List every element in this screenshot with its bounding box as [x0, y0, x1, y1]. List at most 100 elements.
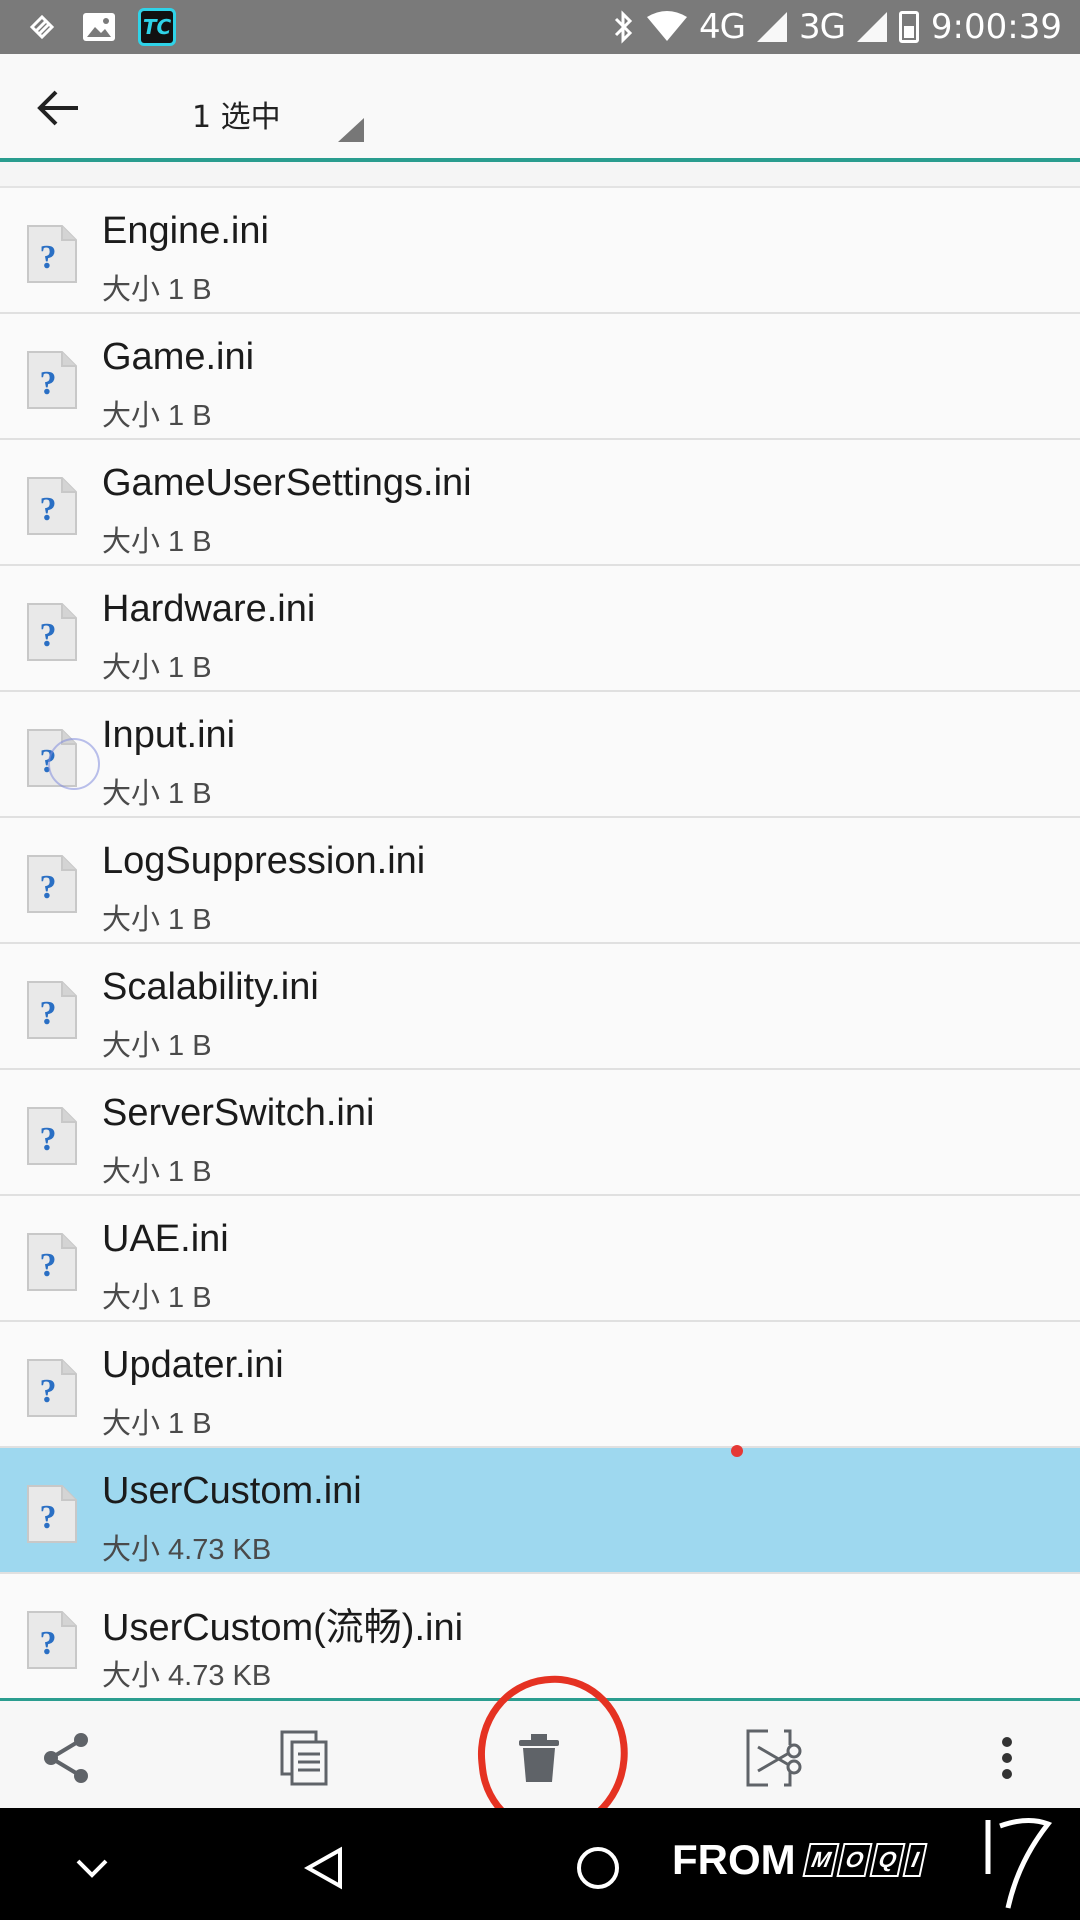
battery-icon [898, 11, 919, 43]
back-button[interactable] [30, 80, 86, 136]
file-size: 大小 1 B [102, 526, 212, 558]
file-name: UserCustom.ini [102, 1470, 362, 1512]
more-vert-icon [1002, 1737, 1012, 1779]
logo-letter: I [902, 1843, 928, 1877]
file-size: 大小 1 B [102, 1030, 212, 1062]
file-list-item[interactable]: ? ServerSwitch.ini 大小 1 B [0, 1070, 1080, 1196]
file-size: 大小 1 B [102, 1156, 212, 1188]
file-name: Hardware.ini [102, 588, 316, 630]
notification-icon [24, 9, 60, 45]
selection-count-dropdown[interactable]: 1 选中 [192, 92, 281, 136]
file-name: ServerSwitch.ini [102, 1092, 375, 1134]
file-list-item[interactable]: ? Scalability.ini 大小 1 B [0, 944, 1080, 1070]
touch-indicator [48, 738, 100, 790]
cut-button[interactable] [740, 1723, 810, 1793]
file-list-item[interactable]: ? GameUserSettings.ini 大小 1 B [0, 440, 1080, 566]
file-list-item[interactable]: ? Input.ini 大小 1 B [0, 692, 1080, 818]
logo-letter: M [802, 1843, 840, 1877]
unknown-file-icon: ? [26, 1232, 78, 1292]
file-list-item[interactable]: ? Updater.ini 大小 1 B [0, 1322, 1080, 1448]
file-list[interactable]: ? Engine.ini 大小 1 B? Game.ini 大小 1 B? GameUse… [0, 162, 1080, 1700]
unknown-file-icon: ? [26, 350, 78, 410]
red-dot-marker [731, 1445, 743, 1457]
network-type-2: 3G [798, 7, 846, 47]
unknown-file-icon: ? [26, 854, 78, 914]
file-list-item[interactable]: ? Game.ini 大小 1 B [0, 314, 1080, 440]
unknown-file-icon: ? [26, 1484, 78, 1544]
image-icon [82, 11, 116, 43]
file-list-item[interactable]: ? Hardware.ini 大小 1 B [0, 566, 1080, 692]
arrow-left-icon [37, 90, 78, 126]
unknown-file-icon: ? [26, 1358, 78, 1418]
tc-app-icon: TC [138, 8, 176, 46]
bluetooth-icon [613, 10, 635, 44]
file-list-item[interactable]: ? UAE.ini 大小 1 B [0, 1196, 1080, 1322]
circle-home-icon [577, 1847, 619, 1889]
file-size: 大小 1 B [102, 1282, 212, 1314]
svg-text:?: ? [40, 1373, 57, 1410]
file-list-item[interactable]: ? UserCustom.ini 大小 4.73 KB [0, 1448, 1080, 1574]
clock: 9:00:39 [930, 7, 1062, 47]
dropdown-triangle-icon[interactable] [338, 118, 364, 142]
file-name: Input.ini [102, 714, 236, 756]
file-size: 大小 1 B [102, 400, 212, 432]
logo-letter: O [836, 1843, 873, 1877]
unknown-file-icon: ? [26, 224, 78, 284]
status-bar: TC 4G 3G 9:00:39 [0, 0, 1080, 54]
file-size: 大小 1 B [102, 904, 212, 936]
share-icon [44, 1733, 88, 1783]
share-button[interactable] [32, 1723, 102, 1793]
watermark-prefix: FROM [672, 1836, 796, 1883]
list-item-partial[interactable] [0, 162, 1080, 188]
nav-collapse-button[interactable] [62, 1838, 122, 1898]
unknown-file-icon: ? [26, 980, 78, 1040]
file-list-item[interactable]: ? Engine.ini 大小 1 B [0, 188, 1080, 314]
file-name: Game.ini [102, 336, 255, 378]
unknown-file-icon: ? [26, 476, 78, 536]
file-size: 大小 1 B [102, 1408, 212, 1440]
svg-text:?: ? [40, 1247, 57, 1284]
more-options-button[interactable] [972, 1723, 1042, 1793]
svg-text:?: ? [40, 491, 57, 528]
signal-icon [856, 12, 887, 42]
file-name: LogSuppression.ini [102, 840, 426, 882]
file-name: Scalability.ini [102, 966, 319, 1008]
nav-home-button[interactable] [568, 1838, 628, 1898]
cut-icon [746, 1729, 802, 1787]
unknown-file-icon: ? [26, 1106, 78, 1166]
file-list-item[interactable]: ? LogSuppression.ini 大小 1 B [0, 818, 1080, 944]
file-size: 大小 4.73 KB [102, 1534, 272, 1566]
logo-letter: Q [869, 1843, 906, 1877]
svg-text:?: ? [40, 869, 57, 906]
chevron-down-icon [76, 1859, 108, 1878]
svg-text:?: ? [40, 995, 57, 1032]
svg-text:?: ? [40, 1121, 57, 1158]
svg-text:?: ? [40, 239, 57, 276]
file-size: 大小 1 B [102, 778, 212, 810]
corner-stroke-mark [985, 1818, 1053, 1909]
svg-text:?: ? [40, 617, 57, 654]
unknown-file-icon: ? [26, 602, 78, 662]
file-name: UAE.ini [102, 1218, 229, 1260]
nav-back-button[interactable] [294, 1838, 354, 1898]
file-name: UserCustom(流畅).ini [102, 1607, 464, 1649]
file-name: Updater.ini [102, 1344, 284, 1386]
file-size: 大小 1 B [102, 652, 212, 684]
file-name: GameUserSettings.ini [102, 462, 472, 504]
watermark: FROM M O Q I [672, 1836, 928, 1884]
moqi-logo: M O Q I [802, 1843, 928, 1877]
svg-text:?: ? [40, 1625, 57, 1662]
top-app-bar: 1 选中 [0, 54, 1080, 162]
file-size: 大小 4.73 KB [102, 1660, 272, 1692]
unknown-file-icon: ? [26, 1610, 78, 1670]
svg-text:?: ? [40, 365, 57, 402]
file-size: 大小 1 B [102, 274, 212, 306]
file-name: Engine.ini [102, 210, 269, 252]
triangle-back-icon [304, 1846, 342, 1890]
copy-button[interactable] [270, 1723, 340, 1793]
network-type-1: 4G [698, 7, 746, 47]
wifi-icon [646, 11, 687, 43]
signal-icon [756, 12, 787, 42]
copy-icon [280, 1730, 328, 1786]
svg-text:?: ? [40, 1499, 57, 1536]
